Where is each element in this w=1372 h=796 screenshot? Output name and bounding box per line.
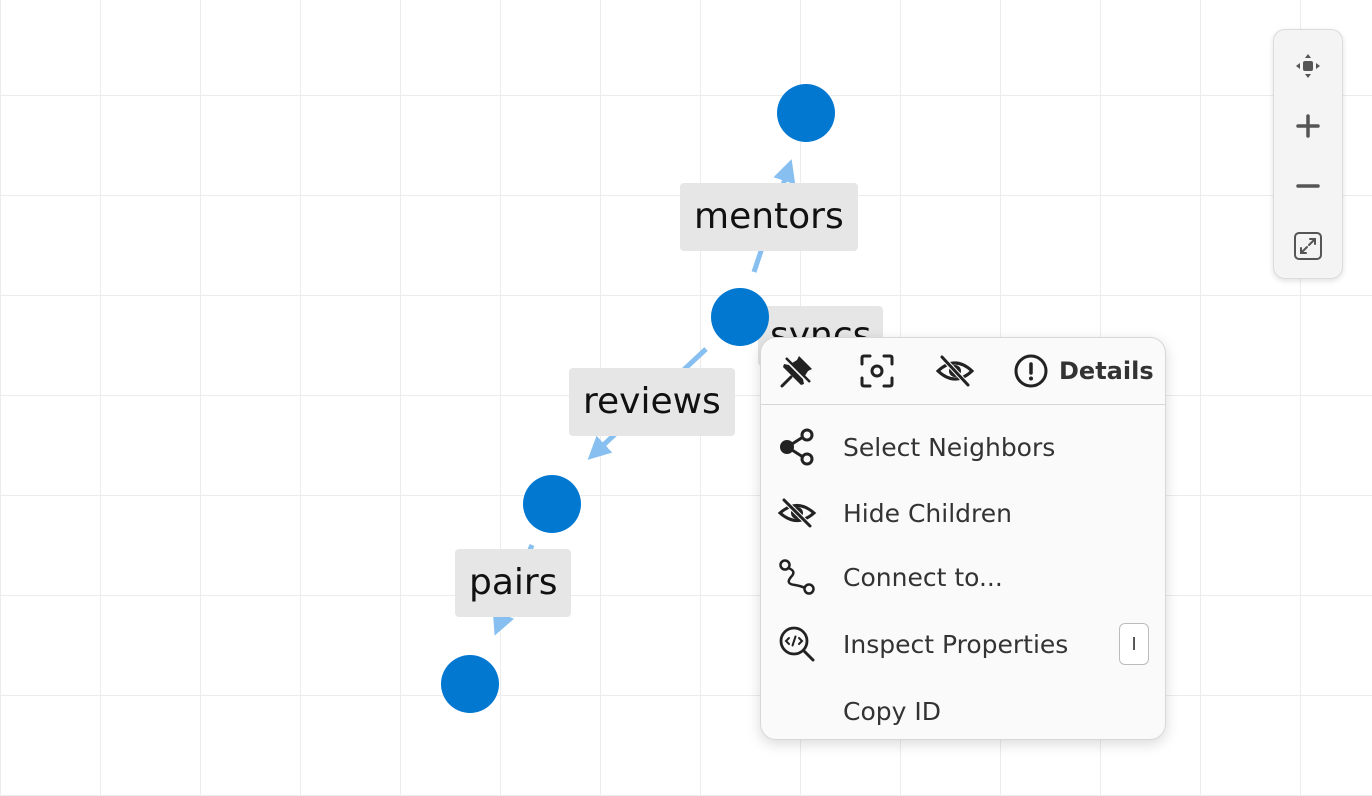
menu-item-select-neighbors[interactable]: Select Neighbors	[761, 417, 1165, 477]
context-menu-toolbar: Details	[761, 338, 1165, 405]
menu-item-label: Select Neighbors	[843, 432, 1056, 462]
zoom-out-icon	[1296, 184, 1320, 188]
fit-view-button[interactable]	[1288, 226, 1328, 266]
menu-item-label: Hide Children	[843, 498, 1012, 528]
graph-node[interactable]	[523, 475, 581, 533]
edge-label-pairs[interactable]: pairs	[455, 549, 572, 617]
hide-button[interactable]	[935, 351, 975, 391]
edge-label-reviews[interactable]: reviews	[569, 368, 735, 436]
menu-item-connect-to[interactable]: Connect to...	[761, 547, 1165, 607]
zoom-in-button[interactable]	[1288, 106, 1328, 146]
recenter-button[interactable]	[1288, 46, 1328, 86]
menu-item-hide-children[interactable]: Hide Children	[761, 483, 1165, 543]
menu-item-label: Connect to...	[843, 562, 1003, 592]
graph-node[interactable]	[441, 655, 499, 713]
edge-label-mentors[interactable]: mentors	[680, 183, 858, 251]
details-label: Details	[1059, 357, 1154, 385]
recenter-icon	[1296, 54, 1320, 78]
zoom-in-icon	[1296, 114, 1320, 138]
menu-item-label: Copy ID	[843, 696, 941, 726]
zoom-out-button[interactable]	[1288, 166, 1328, 206]
menu-item-inspect-properties[interactable]: Inspect Properties I	[761, 614, 1165, 674]
focus-icon	[860, 354, 894, 388]
focus-button[interactable]	[857, 351, 897, 391]
route-icon	[777, 557, 817, 597]
zoom-controls	[1273, 29, 1343, 279]
eye-off-icon	[777, 493, 817, 533]
info-icon	[1014, 354, 1048, 388]
menu-item-copy-id[interactable]: Copy ID	[761, 681, 1165, 739]
inspect-icon	[777, 624, 817, 664]
node-context-menu: Details Select Neighbors Hide Children C…	[760, 337, 1166, 740]
graph-node[interactable]	[777, 84, 835, 142]
keyboard-shortcut-badge: I	[1119, 623, 1149, 665]
graph-canvas[interactable]: syncs mentors reviews pairs	[0, 0, 1372, 796]
hide-icon	[935, 355, 975, 387]
details-button[interactable]: Details	[1013, 351, 1154, 391]
pin-icon	[780, 356, 812, 388]
menu-item-label: Inspect Properties	[843, 629, 1069, 659]
share-icon	[777, 427, 817, 467]
pin-button[interactable]	[777, 351, 817, 391]
fit-view-icon	[1294, 232, 1322, 260]
